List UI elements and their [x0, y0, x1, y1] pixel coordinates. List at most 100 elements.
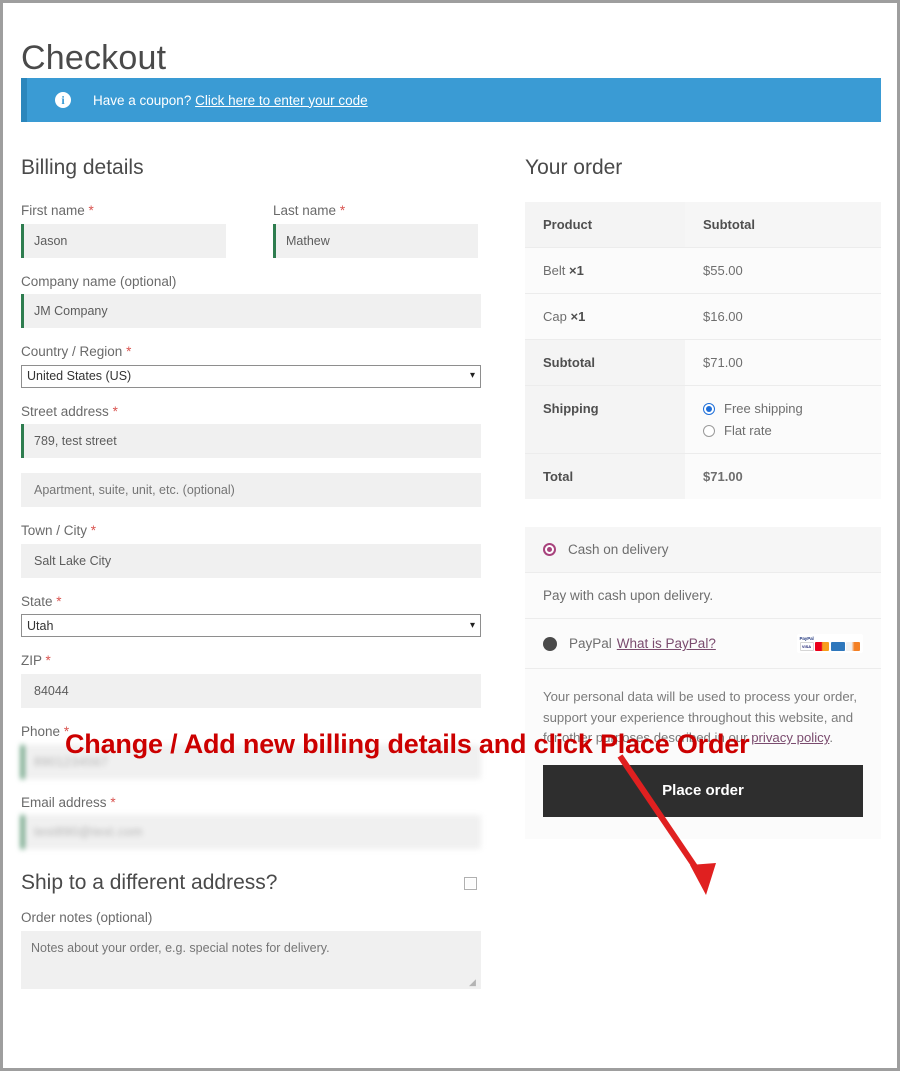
required-asterisk: * — [126, 344, 132, 360]
order-item-name-cell: Cap ×1 — [525, 293, 685, 341]
qty-symbol: × — [569, 263, 577, 279]
order-summary-column: Your order Product Subtotal Belt ×1 $55.… — [525, 155, 881, 839]
paypal-logo-icon: PayPal — [799, 636, 814, 642]
order-review-table: Product Subtotal Belt ×1 $55.00 Cap ×1 $… — [525, 202, 881, 500]
coupon-notice[interactable]: i Have a coupon? Click here to enter you… — [21, 78, 881, 122]
ship-to-different-address-checkbox[interactable] — [464, 876, 477, 890]
paypal-cards-badge: PayPal VISA — [796, 634, 863, 654]
shipping-label: Shipping — [525, 385, 685, 455]
required-asterisk: * — [339, 203, 346, 219]
privacy-policy-link[interactable]: privacy policy — [751, 730, 829, 745]
subtotal-label: Subtotal — [525, 339, 685, 387]
shipping-option-flat-rate[interactable]: Flat rate — [703, 423, 863, 438]
order-section-title: Your order — [525, 156, 623, 179]
table-row: Belt ×1 $55.00 — [525, 247, 881, 295]
order-notes-label: Order notes (optional) — [21, 910, 153, 926]
visa-card-icon: VISA — [799, 642, 814, 652]
street-address-field: Street address * — [21, 403, 481, 459]
required-asterisk: * — [63, 724, 70, 740]
shipping-row: Shipping Free shipping Flat rate — [525, 385, 881, 455]
required-asterisk: * — [110, 794, 116, 810]
last-name-input[interactable] — [273, 223, 478, 258]
country-label: Country / Region * — [21, 343, 481, 361]
payment-method-label: PayPal — [569, 636, 612, 652]
town-city-input[interactable] — [21, 543, 481, 578]
order-table-head: Product Subtotal — [525, 202, 881, 249]
first-name-input[interactable] — [21, 223, 226, 258]
town-city-field: Town / City * — [21, 522, 481, 578]
payment-method-label: Cash on delivery — [568, 542, 669, 558]
radio-icon-free-shipping[interactable] — [703, 402, 715, 415]
zip-input[interactable] — [21, 674, 481, 709]
country-field: Country / Region * United States (US) ▾ — [21, 343, 481, 388]
phone-input[interactable] — [21, 744, 481, 779]
radio-icon-flat-rate[interactable] — [703, 424, 715, 437]
discover-card-icon — [846, 642, 860, 652]
order-item-qty: ×1 — [569, 263, 584, 278]
company-name-input[interactable] — [21, 294, 481, 329]
coupon-link[interactable]: Click here to enter your code — [195, 93, 368, 108]
coupon-text: Have a coupon? Click here to enter your … — [93, 93, 368, 108]
mastercard-card-icon — [815, 642, 829, 652]
street-address-label: Street address * — [21, 403, 481, 421]
first-name-label-text: First name — [21, 203, 85, 219]
privacy-policy-text: Your personal data will be used to proce… — [525, 669, 881, 749]
total-label: Total — [525, 453, 685, 500]
name-row: First name * Last name * — [21, 202, 481, 273]
column-header-subtotal: Subtotal — [685, 202, 881, 249]
billing-details-column: Billing details First name * Last name *… — [21, 155, 481, 1004]
total-value: $71.00 — [703, 469, 743, 485]
payment-methods-box: Cash on delivery Pay with cash upon deli… — [525, 527, 881, 839]
state-field: State * Utah ▾ — [21, 593, 481, 638]
privacy-text-after: . — [829, 730, 834, 746]
town-city-label: Town / City * — [21, 522, 481, 540]
email-input[interactable] — [21, 815, 481, 850]
email-label-text: Email address — [21, 794, 107, 810]
last-name-label-text: Last name — [273, 203, 337, 219]
qty-value: 1 — [578, 309, 586, 325]
what-is-paypal-link[interactable]: What is PayPal? — [617, 636, 716, 651]
company-name-field: Company name (optional) — [21, 273, 481, 329]
state-select[interactable]: Utah — [21, 614, 481, 638]
zip-label-text: ZIP — [21, 653, 42, 669]
first-name-label: First name * — [21, 202, 226, 220]
required-asterisk: * — [90, 523, 97, 539]
last-name-label: Last name * — [273, 202, 478, 220]
required-asterisk: * — [56, 593, 62, 609]
order-item-name: Cap — [543, 309, 567, 325]
required-asterisk: * — [88, 203, 94, 219]
address-line-2-input[interactable] — [21, 473, 481, 508]
qty-value: 1 — [576, 263, 584, 279]
country-label-text: Country / Region — [21, 344, 123, 360]
order-notes-input[interactable] — [21, 930, 481, 989]
town-city-label-text: Town / City — [21, 523, 88, 539]
subtotal-row: Subtotal $71.00 — [525, 339, 881, 387]
street-address-input[interactable] — [21, 424, 481, 459]
cod-description: Pay with cash upon delivery. — [525, 573, 881, 620]
last-name-field: Last name * — [273, 202, 478, 258]
payment-method-cash-on-delivery[interactable]: Cash on delivery — [525, 527, 881, 574]
required-asterisk: * — [45, 653, 51, 669]
shipping-option-free-shipping[interactable]: Free shipping — [703, 401, 863, 416]
qty-symbol: × — [570, 309, 579, 325]
phone-field: Phone * — [21, 723, 481, 779]
total-row: Total $71.00 — [525, 453, 881, 500]
card-icons-row: VISA — [799, 642, 860, 652]
ship-to-different-address-row[interactable]: Ship to a different address? — [21, 871, 481, 895]
table-row: Cap ×1 $16.00 — [525, 293, 881, 341]
radio-icon-paypal[interactable] — [543, 636, 557, 651]
order-notes-field: Order notes (optional) ◢ — [21, 909, 481, 989]
country-select[interactable]: United States (US) — [21, 364, 481, 388]
state-label-text: State — [21, 593, 53, 609]
order-item-subtotal: $55.00 — [685, 247, 881, 295]
order-table-body: Belt ×1 $55.00 Cap ×1 $16.00 Subtotal $7… — [525, 247, 881, 500]
zip-field: ZIP * — [21, 652, 481, 709]
ship-to-different-address-label: Ship to a different address? — [21, 871, 278, 895]
page-title: Checkout — [21, 38, 167, 77]
place-order-button[interactable]: Place order — [543, 764, 863, 817]
order-table-header-row: Product Subtotal — [525, 202, 881, 249]
radio-icon-cash-on-delivery[interactable] — [543, 543, 556, 557]
payment-method-paypal[interactable]: PayPal What is PayPal? PayPal VISA — [525, 619, 881, 670]
shipping-option-label: Free shipping — [724, 401, 803, 417]
company-name-label: Company name (optional) — [21, 273, 177, 289]
